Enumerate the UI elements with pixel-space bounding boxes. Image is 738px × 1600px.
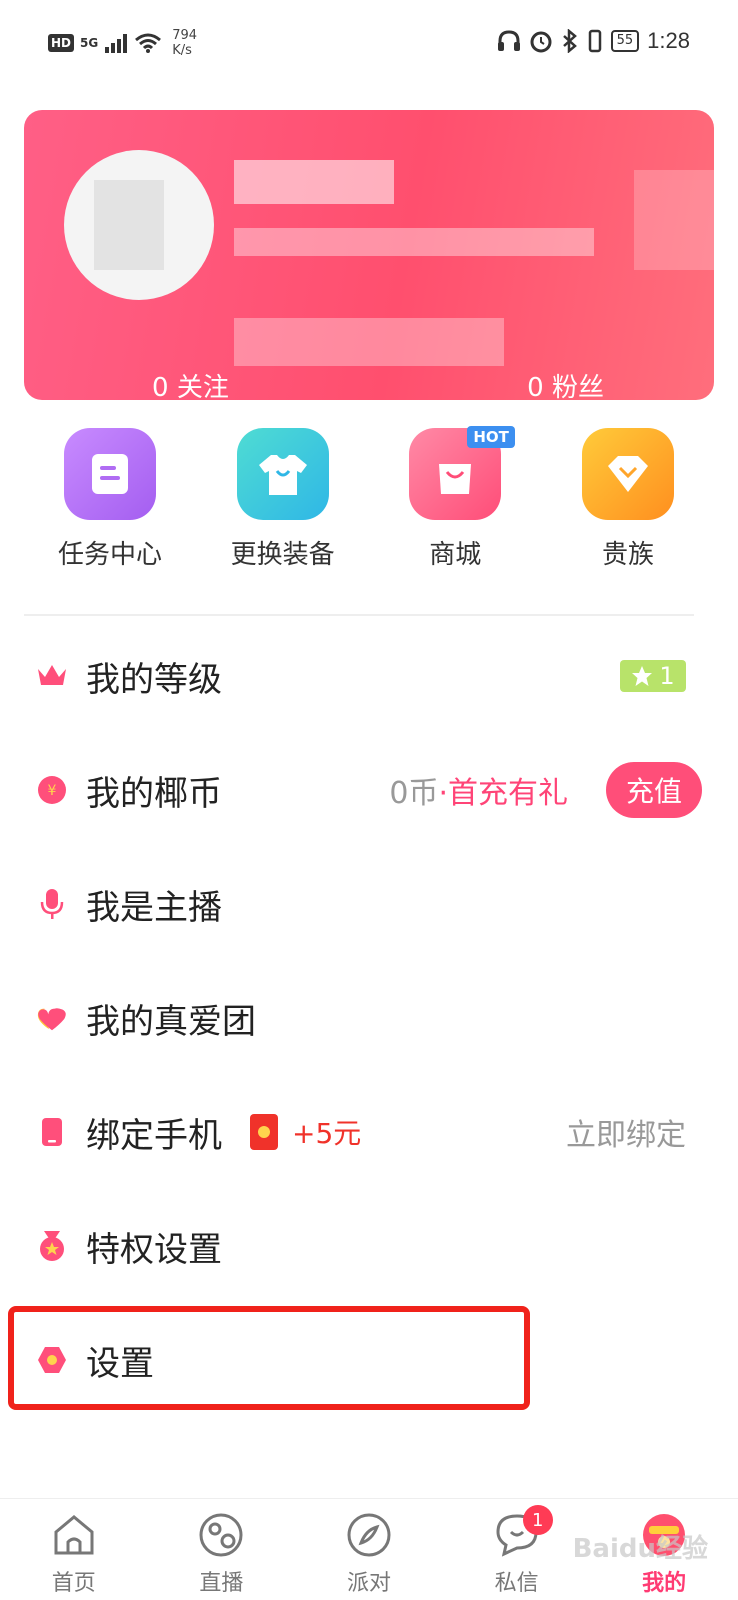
profile-id-mosaic [234,318,504,366]
level-value: 1 [659,662,675,690]
bind-bonus: +5元 [292,1117,362,1150]
headphones-icon [497,30,520,51]
coin-separator: · [438,776,448,811]
following-stat[interactable]: 0 关注 [152,367,229,400]
menu-item-anchor[interactable]: 我是主播 [0,856,738,952]
shortcut-label: 贵族 [601,540,654,570]
nav-label: 我的 [642,1571,687,1596]
tshirt-icon [236,428,329,520]
avatar[interactable] [64,150,214,300]
clock: 1:28 [647,28,690,53]
nav-label: 私信 [494,1571,539,1596]
bind-now-link[interactable]: 立即绑定 [566,1110,686,1154]
alarm-icon [530,31,552,53]
status-left: HD 5G 794 K/s [48,28,197,58]
menu-label: 我的等级 [86,659,222,700]
wifi-icon [135,33,162,53]
status-bar: HD 5G 794 K/s 55 1:28 [0,0,738,86]
shortcut-label: 商城 [429,540,482,570]
hd-badge: HD [48,34,75,52]
medal-icon [36,1230,68,1262]
coin-balance: 0币·首充有礼 [389,768,568,812]
menu-item-true-love[interactable]: 我的真爱团 [0,970,738,1066]
battery-indicator: 55 [610,30,640,52]
username-mosaic [234,160,394,204]
signal-bars-icon [105,34,128,53]
nav-item-party[interactable]: 派对 [295,1499,443,1600]
net-speed-value: 794 [172,28,198,43]
section-divider [24,614,694,616]
net-speed-unit: K/s [172,43,192,58]
shortcut-label: 更换装备 [230,540,335,570]
home-icon [50,1511,98,1559]
microphone-icon [36,888,68,920]
nav-item-messages[interactable]: 1 私信 [443,1499,591,1600]
heart-icon [36,1002,68,1034]
menu-item-my-level[interactable]: 我的等级 1 [0,628,738,724]
nav-label: 直播 [199,1571,244,1596]
nav-item-home[interactable]: 首页 [0,1499,148,1600]
diamond-icon [581,428,674,520]
shortcut-label: 任务中心 [57,540,162,570]
recharge-button[interactable]: 充值 [606,762,702,818]
hot-badge: HOT [467,426,515,448]
fans-stat[interactable]: 0 粉丝 [527,367,604,400]
following-label: 关注 [176,373,229,400]
crown-icon [36,660,68,692]
shortcut-grid: 任务中心 更换装备 HOT 商城 贵族 [24,426,714,571]
fans-count: 0 [527,373,544,400]
nav-item-live[interactable]: 直播 [148,1499,296,1600]
menu-label: 我的椰币 [86,773,222,814]
party-compass-icon [345,1511,393,1559]
following-count: 0 [152,373,169,400]
menu-label: 绑定手机 [86,1115,222,1156]
corner-mosaic [634,170,714,270]
live-icon [197,1511,245,1559]
first-recharge-promo[interactable]: 首充有礼 [448,776,568,811]
coin-amount: 0币 [389,776,439,811]
menu-item-my-coins[interactable]: ¥ 我的椰币 0币·首充有礼 充值 [0,742,738,838]
vibrate-icon [588,29,601,53]
shortcut-change-gear[interactable]: 更换装备 [197,428,369,571]
shortcut-mall[interactable]: HOT 商城 [369,426,541,571]
task-center-icon [64,428,156,520]
status-right: 55 1:28 [497,28,690,54]
bluetooth-icon [562,29,577,53]
phone-icon [36,1116,68,1148]
shortcut-task-center[interactable]: 任务中心 [24,428,196,571]
net-speed: 794 K/s [172,28,197,58]
signal-label: 5G [80,36,99,50]
profile-info-mosaic [234,228,594,256]
menu-item-privilege[interactable]: 特权设置 [0,1198,738,1294]
fans-label: 粉丝 [551,373,604,400]
menu-item-bind-phone[interactable]: 绑定手机 +5元 立即绑定 [0,1084,738,1180]
nav-label: 首页 [51,1571,96,1596]
unread-badge: 1 [522,1505,553,1535]
profile-card[interactable]: 0 关注 0 粉丝 [24,110,714,400]
red-envelope-icon [250,1114,278,1150]
banner-stats: 0 关注 0 粉丝 [152,367,604,400]
nav-label: 派对 [346,1571,391,1596]
svg-text:¥: ¥ [48,783,57,799]
coin-icon: ¥ [36,774,68,806]
baidu-watermark: Baidu经验 [572,1534,708,1564]
star-icon [632,666,653,686]
menu-label: 特权设置 [86,1229,222,1270]
settings-highlight-box [8,1306,530,1410]
level-badge: 1 [620,660,686,692]
menu-label: 我的真爱团 [86,1001,256,1042]
shortcut-nobility[interactable]: 贵族 [542,428,714,571]
menu-label: 我是主播 [86,887,222,928]
